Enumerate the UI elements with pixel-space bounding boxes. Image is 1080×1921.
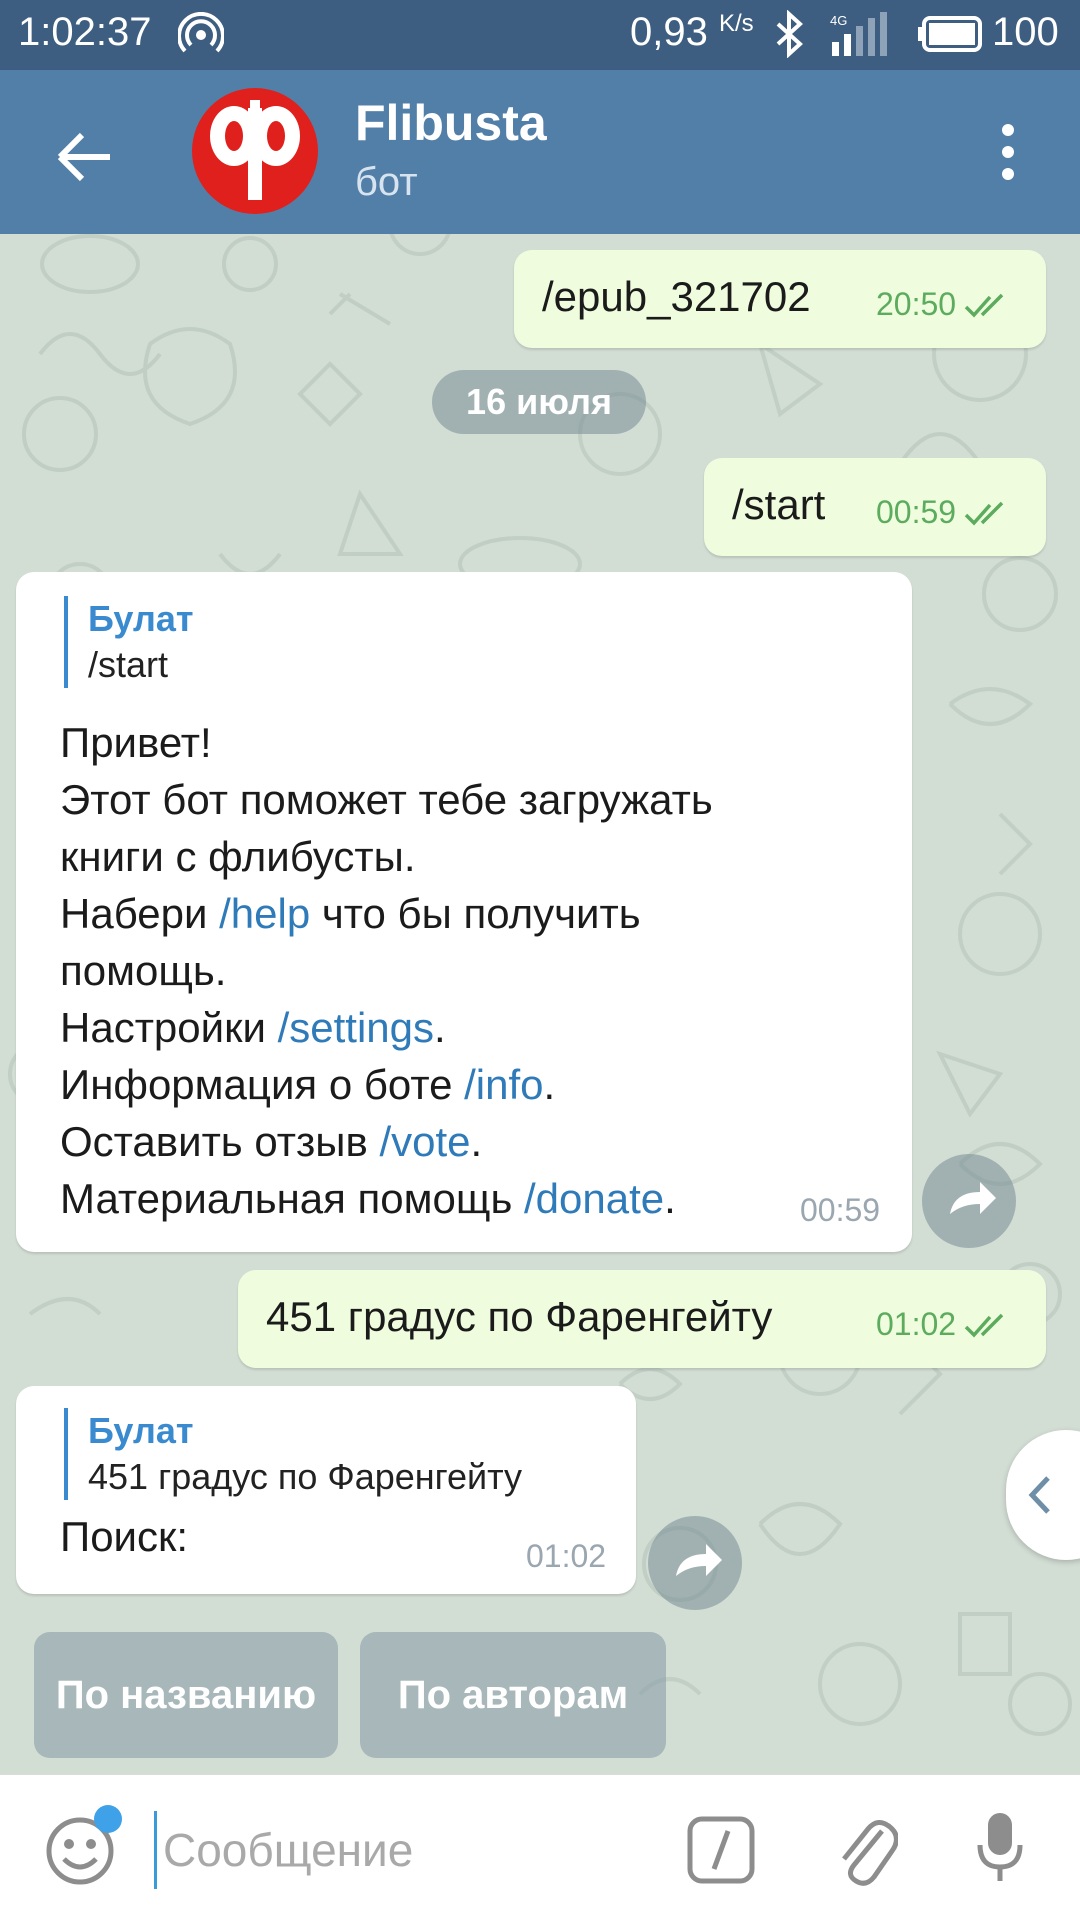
reply-quote[interactable]: Булат /start: [64, 596, 688, 688]
message-line: Оставить отзыв /vote.: [60, 1118, 483, 1165]
double-check-icon: [964, 501, 1004, 526]
chevron-left-icon: [1028, 1476, 1050, 1514]
message-line: Материальная помощь /donate.: [60, 1175, 676, 1222]
message-meta: 01:02: [876, 1306, 1010, 1343]
message-line: книги с флибусты.: [60, 833, 416, 880]
vote-command-link[interactable]: /vote: [379, 1118, 470, 1165]
reply-author: Булат: [88, 598, 194, 639]
reply-author: Булат: [88, 1410, 194, 1451]
search-by-author-button[interactable]: По авторам: [360, 1632, 666, 1758]
message-text[interactable]: /start: [732, 476, 825, 533]
message-time: 00:59: [800, 1192, 881, 1228]
scroll-handle[interactable]: [1006, 1430, 1080, 1560]
message-list[interactable]: /epub_321702 20:50 16 июля /start 00:59 …: [0, 234, 1080, 1774]
double-check-icon: [964, 1313, 1004, 1338]
arrow-left-icon[interactable]: [48, 122, 118, 192]
message-line: Информация о боте /info.: [60, 1061, 556, 1108]
message-outgoing[interactable]: 451 градус по Фаренгейту 01:02: [238, 1270, 1046, 1368]
flibusta-logo-icon: [210, 100, 300, 200]
battery-icon: [918, 16, 982, 52]
slash-command-icon[interactable]: [686, 1815, 756, 1885]
signal-icon: 4G: [830, 12, 887, 56]
chat-header: Flibusta бот: [0, 70, 1080, 234]
reply-text: 451 градус по Фаренгейту: [88, 1456, 523, 1497]
network-speed: 0,93 K/s: [630, 10, 754, 54]
reply-text: /start: [88, 644, 169, 685]
message-input[interactable]: [154, 1811, 685, 1889]
double-check-icon: [964, 293, 1004, 318]
info-command-link[interactable]: /info: [464, 1061, 543, 1108]
microphone-icon[interactable]: [976, 1809, 1024, 1889]
share-button[interactable]: [922, 1154, 1016, 1248]
share-icon: [950, 1182, 996, 1214]
status-bar: 1:02:37 0,93 K/s 4G 100: [0, 0, 1080, 70]
share-button[interactable]: [648, 1516, 742, 1610]
date-divider: 16 июля: [432, 370, 646, 434]
message-text[interactable]: /epub_321702: [542, 268, 811, 325]
hotspot-icon: [178, 12, 224, 53]
paperclip-icon[interactable]: [834, 1809, 898, 1889]
message-line: Привет!: [60, 719, 212, 766]
chat-subtitle: бот: [355, 160, 418, 204]
message-incoming[interactable]: Булат 451 градус по Фаренгейту Поиск: 01…: [16, 1386, 636, 1594]
message-text: Поиск:: [60, 1513, 189, 1560]
svg-text:4G: 4G: [830, 13, 847, 28]
bluetooth-icon: [776, 10, 803, 58]
message-line: Этот бот поможет тебе загружать: [60, 776, 713, 823]
message-line: помощь.: [60, 947, 227, 994]
settings-command-link[interactable]: /settings: [278, 1004, 434, 1051]
status-time: 1:02:37: [18, 10, 152, 54]
more-vert-icon[interactable]: [990, 120, 1026, 190]
message-meta: 00:59: [876, 494, 1010, 531]
chat-title[interactable]: Flibusta: [355, 94, 547, 152]
message-line: Набери /help что бы получить: [60, 890, 641, 937]
message-line: Настройки /settings.: [60, 1004, 446, 1051]
avatar[interactable]: [192, 88, 318, 214]
message-text[interactable]: 451 градус по Фаренгейту: [266, 1288, 772, 1345]
reply-quote[interactable]: Булат 451 градус по Фаренгейту: [64, 1408, 628, 1500]
message-incoming[interactable]: Булат /start Привет! Этот бот поможет те…: [16, 572, 912, 1252]
notification-dot: [94, 1805, 122, 1833]
donate-command-link[interactable]: /donate: [524, 1175, 664, 1222]
message-outgoing[interactable]: /epub_321702 20:50: [514, 250, 1046, 348]
search-by-title-button[interactable]: По названию: [34, 1632, 338, 1758]
message-input-bar: [0, 1774, 1080, 1921]
message-time: 01:02: [526, 1538, 607, 1574]
share-icon: [676, 1544, 722, 1576]
message-body: Привет! Этот бот поможет тебе загружать …: [60, 714, 860, 1227]
message-meta: 20:50: [876, 286, 1010, 323]
battery-level: 100: [992, 10, 1059, 54]
help-command-link[interactable]: /help: [219, 890, 310, 937]
message-outgoing[interactable]: /start 00:59: [704, 458, 1046, 556]
